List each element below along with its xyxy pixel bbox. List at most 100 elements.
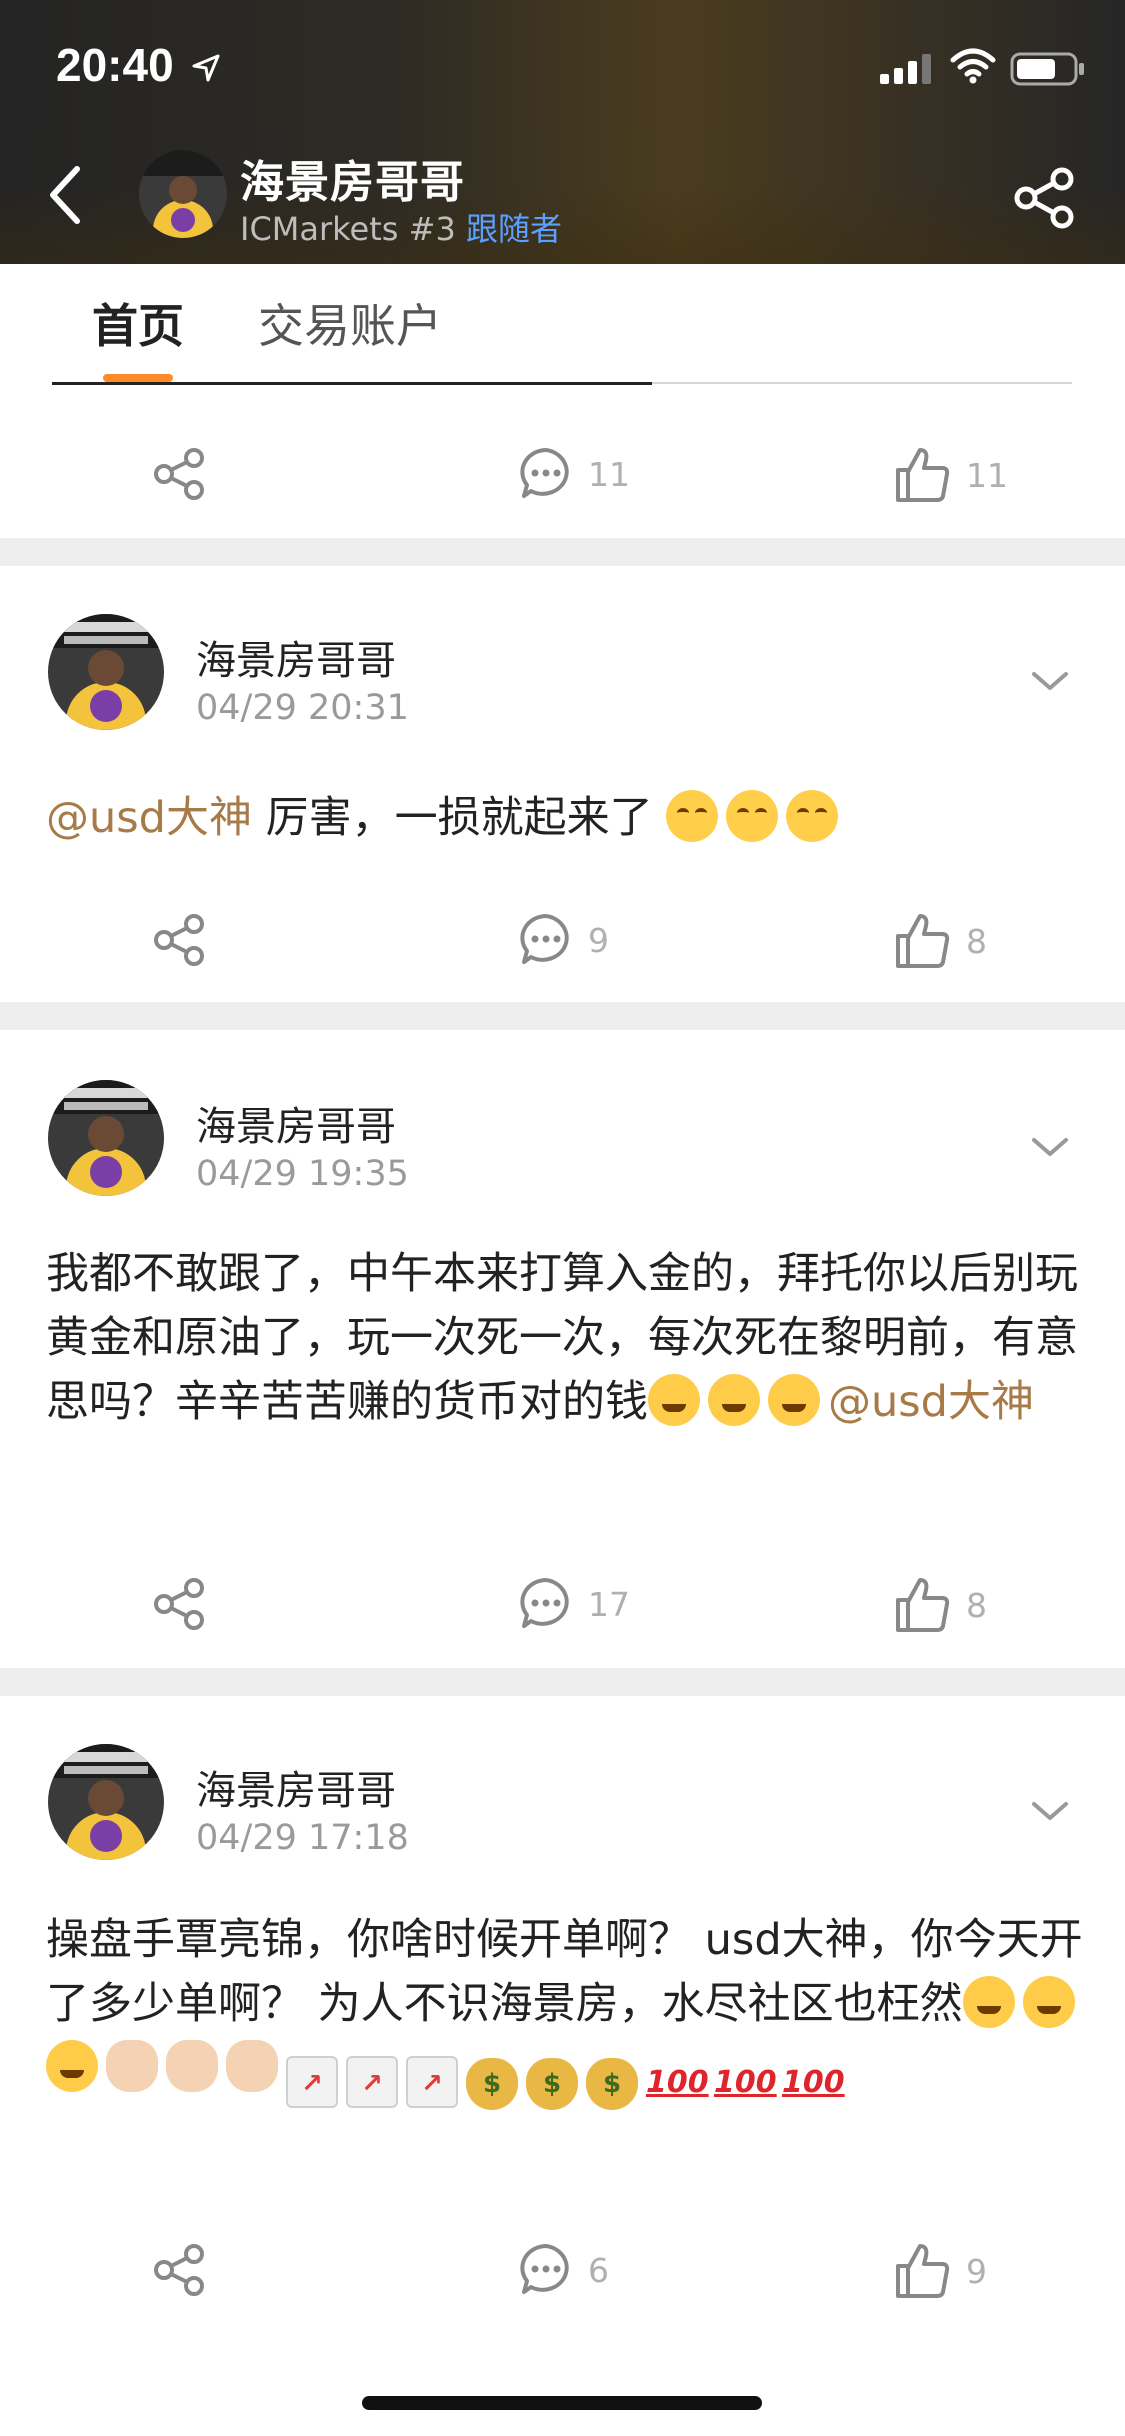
post-text: 厉害，一损就起来了 (265, 793, 653, 843)
laughing-emoji-icon (666, 790, 719, 842)
money-bag-icon: $ (466, 2058, 518, 2110)
comment-action[interactable]: 9 (518, 912, 609, 968)
share-icon (154, 2244, 204, 2296)
avatar-image (48, 1744, 164, 1860)
comment-count: 6 (588, 2250, 609, 2290)
like-count: 11 (966, 455, 1008, 495)
hundred-points-icon: 100 (714, 2065, 777, 2100)
wifi-icon (950, 48, 996, 84)
mention-link[interactable]: @usd大神 (828, 1377, 1034, 1427)
like-action[interactable]: 11 (894, 446, 1008, 504)
cellular-signal-icon (880, 54, 931, 84)
huffing-emoji-icon (648, 1374, 700, 1426)
profile-name: 海景房哥哥 (240, 157, 465, 208)
share-icon (154, 448, 204, 500)
post-text: 操盘手覃亮锦，你啥时候开单啊？ usd大神，你今天开了多少单啊？ 为人不识海景房… (46, 1915, 1083, 2029)
comment-count: 11 (588, 454, 630, 494)
post-author[interactable]: 海景房哥哥 (196, 628, 396, 686)
avatar[interactable] (48, 614, 164, 730)
tab-divider (52, 382, 652, 385)
clapping-hands-icon (106, 2040, 158, 2092)
status-time: 20:40 (56, 39, 174, 91)
avatar[interactable] (48, 1744, 164, 1860)
hundred-points-icon: 100 (646, 2065, 709, 2100)
hundred-points-icon: 100 (782, 2065, 845, 2100)
like-action[interactable]: 9 (894, 2242, 987, 2300)
comment-action[interactable]: 6 (518, 2242, 609, 2298)
chevron-down-icon[interactable] (1030, 1796, 1070, 1826)
home-indicator[interactable] (362, 2396, 762, 2410)
post-card: 海景房哥哥 04/29 19:35 我都不敢跟了，中午本来打算入金的，拜托你以后… (0, 1030, 1125, 1668)
post-card: 海景房哥哥 04/29 20:31 @usd大神 厉害，一损就起来了 9 8 (0, 566, 1125, 1002)
share-icon (154, 1578, 204, 1630)
post-content: 操盘手覃亮锦，你啥时候开单啊？ usd大神，你今天开了多少单啊？ 为人不识海景房… (46, 1908, 1086, 2110)
share-action[interactable] (152, 2242, 208, 2298)
profile-header: 20:40 海景房哥哥 ICMarkets #3 跟随者 (0, 0, 1125, 264)
huffing-emoji-icon (46, 2040, 98, 2092)
post-time: 04/29 17:18 (196, 1818, 409, 1858)
post-card-partial: 11 11 (0, 386, 1125, 538)
share-icon[interactable] (1012, 165, 1078, 231)
comment-icon (520, 2244, 569, 2294)
post-time: 04/29 19:35 (196, 1154, 409, 1194)
share-icon (154, 914, 204, 966)
tab-divider-faint (652, 382, 1072, 384)
comment-count: 17 (588, 1584, 630, 1624)
back-button[interactable] (30, 150, 100, 240)
clapping-hands-icon (226, 2040, 278, 2092)
clapping-hands-icon (166, 2040, 218, 2092)
thumbs-up-icon (896, 1578, 950, 1632)
chevron-left-icon (50, 166, 80, 224)
comment-icon (520, 448, 569, 498)
share-action[interactable] (152, 1576, 208, 1632)
comment-icon (520, 914, 569, 964)
chart-increasing-icon: ↗ (406, 2056, 458, 2108)
chart-increasing-icon: ↗ (286, 2056, 338, 2108)
post-content: @usd大神 厉害，一损就起来了 (46, 786, 1086, 850)
post-author[interactable]: 海景房哥哥 (196, 1094, 396, 1152)
like-count: 9 (966, 2251, 987, 2291)
money-bag-icon: $ (526, 2058, 578, 2110)
comment-action[interactable]: 11 (518, 446, 630, 502)
like-count: 8 (966, 921, 987, 961)
like-action[interactable]: 8 (894, 912, 987, 970)
broker-name: ICMarkets (240, 210, 399, 248)
huffing-emoji-icon (768, 1374, 820, 1426)
battery-icon (1010, 52, 1084, 86)
avatar-image (48, 614, 164, 730)
tab-home[interactable]: 首页 (92, 290, 184, 356)
comment-action[interactable]: 17 (518, 1576, 630, 1632)
chevron-down-icon[interactable] (1030, 666, 1070, 696)
broker-rank: #3 (408, 210, 456, 248)
active-tab-indicator (103, 374, 173, 382)
chart-increasing-icon: ↗ (346, 2056, 398, 2108)
chevron-down-icon[interactable] (1030, 1132, 1070, 1162)
profile-subtitle: ICMarkets #3 跟随者 (240, 204, 562, 250)
like-action[interactable]: 8 (894, 1576, 987, 1634)
money-bag-icon: $ (586, 2058, 638, 2110)
thumbs-up-icon (896, 448, 950, 502)
laughing-emoji-icon (786, 790, 839, 842)
huffing-emoji-icon (1022, 1976, 1075, 2028)
comment-icon (520, 1578, 569, 1628)
profile-avatar[interactable] (139, 150, 227, 238)
avatar-image (139, 150, 227, 238)
post-author[interactable]: 海景房哥哥 (196, 1758, 396, 1816)
huffing-emoji-icon (708, 1374, 760, 1426)
avatar[interactable] (48, 1080, 164, 1196)
huffing-emoji-icon (962, 1976, 1015, 2028)
tab-trading-account[interactable]: 交易账户 (258, 290, 442, 356)
like-count: 8 (966, 1585, 987, 1625)
share-action[interactable] (152, 912, 208, 968)
avatar-image (48, 1080, 164, 1196)
post-content: 我都不敢跟了，中午本来打算入金的，拜托你以后别玩黄金和原油了，玩一次死一次，每次… (46, 1242, 1086, 1434)
laughing-emoji-icon (726, 790, 779, 842)
post-card: 海景房哥哥 04/29 17:18 操盘手覃亮锦，你啥时候开单啊？ usd大神，… (0, 1696, 1125, 2436)
thumbs-up-icon (896, 914, 950, 968)
post-time: 04/29 20:31 (196, 688, 409, 728)
follower-link[interactable]: 跟随者 (466, 210, 562, 248)
comment-count: 9 (588, 920, 609, 960)
share-action[interactable] (152, 446, 208, 502)
mention-link[interactable]: @usd大神 (46, 793, 252, 843)
location-arrow-icon (192, 54, 220, 82)
